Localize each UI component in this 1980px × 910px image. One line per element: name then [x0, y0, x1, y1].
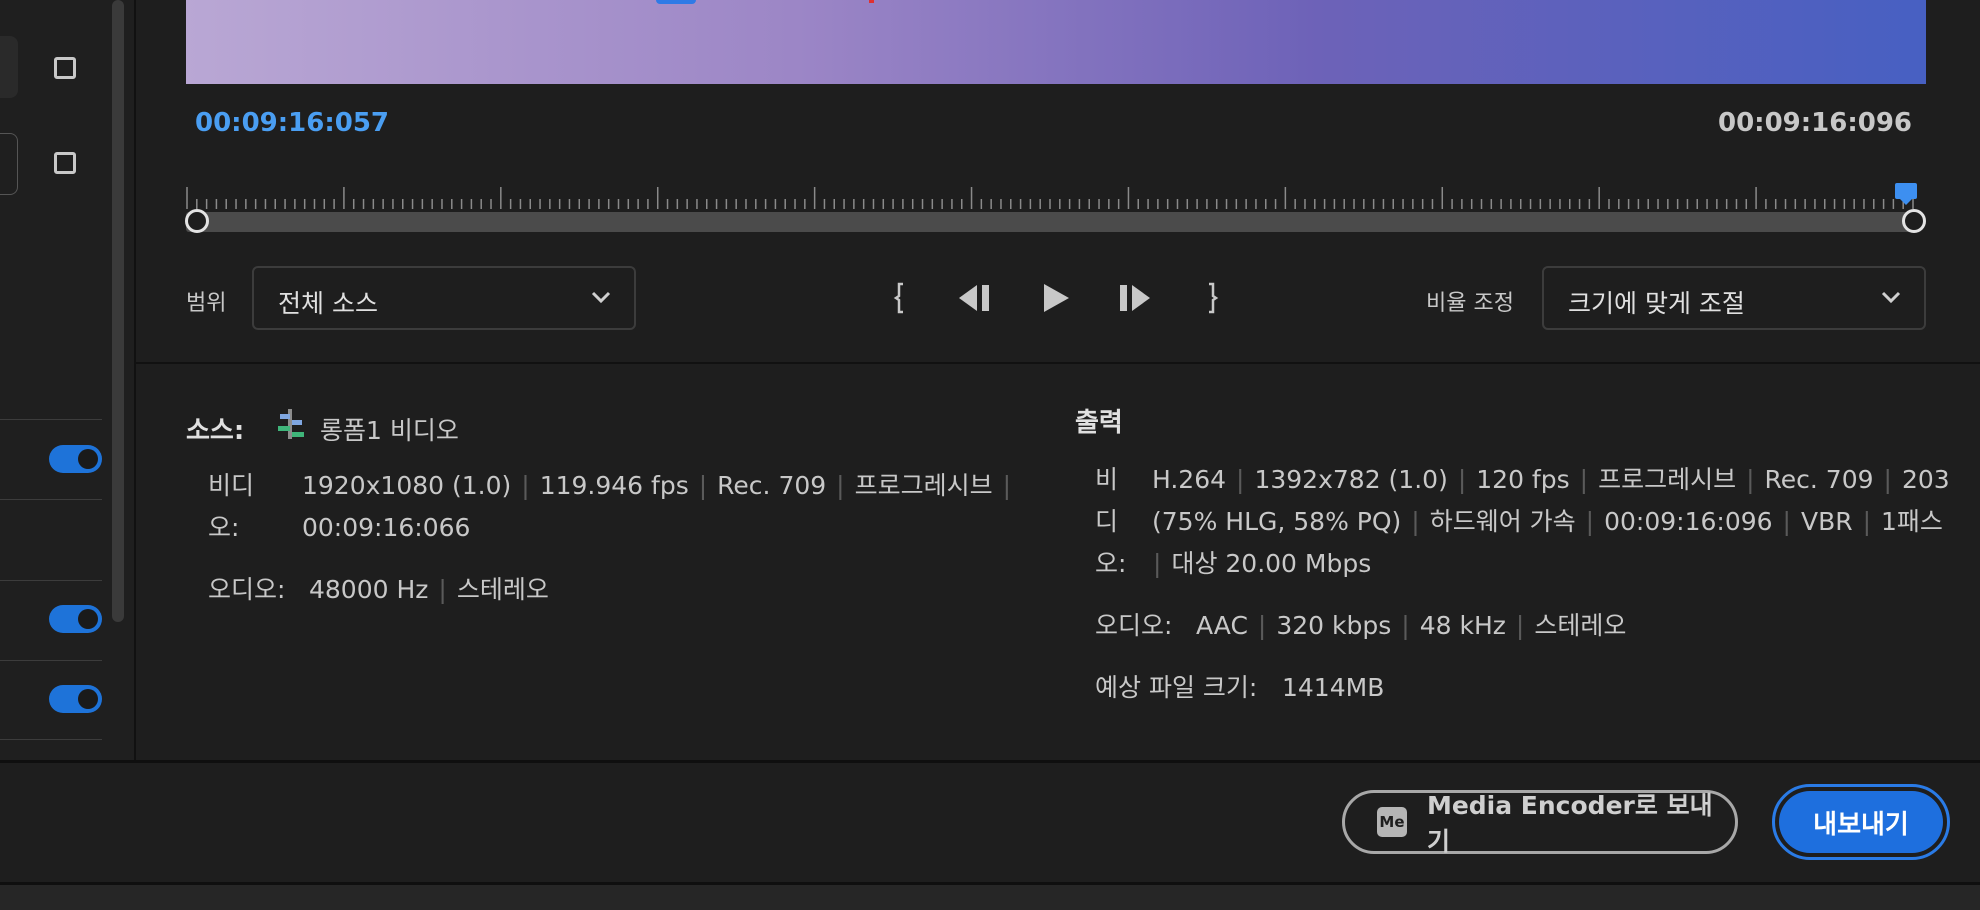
divider: [0, 739, 102, 740]
divider: [0, 660, 102, 661]
source-resolution: 1920x1080 (1.0): [302, 471, 512, 500]
step-forward-button[interactable]: [1114, 278, 1154, 318]
output-video-specs-2: (75% HLG, 58% PQ) | 하드웨어 가속 | 00:09:16:096 | V…: [1152, 507, 1943, 536]
settings-toggle[interactable]: [49, 605, 102, 633]
out-point-handle[interactable]: [1902, 209, 1926, 233]
source-duration: 00:09:16:066: [302, 513, 471, 542]
filesize-value: 1414MB: [1282, 673, 1385, 702]
step-forward-icon: [1120, 285, 1150, 311]
sequence-name: 롱폼1 비디오: [320, 416, 459, 445]
playhead[interactable]: [1895, 183, 1917, 205]
output-channels: 스테레오: [1534, 611, 1627, 640]
output-video-label: 오:: [1095, 549, 1127, 578]
timeline-track[interactable]: [186, 212, 1914, 232]
source-channels: 스테레오: [456, 575, 549, 604]
source-video-label: 비디: [208, 471, 255, 500]
settings-panel: [0, 0, 136, 762]
scrollbar[interactable]: [112, 0, 124, 622]
output-video-specs-3: | 대상 20.00 Mbps: [1153, 549, 1372, 578]
scale-label: 비율 조정: [1426, 291, 1514, 316]
sequence-icon: [278, 409, 304, 439]
export-button[interactable]: 내보내기: [1772, 784, 1950, 860]
source-title: 소스:: [186, 416, 245, 446]
output-nits: 203: [1901, 465, 1950, 494]
range-value: 전체 소스: [278, 289, 378, 318]
output-fps: 120 fps: [1476, 465, 1570, 494]
mark-in-icon: [893, 282, 903, 314]
source-scan: 프로그레시브: [854, 471, 993, 500]
media-encoder-label: Media Encoder로 보내기: [1426, 791, 1713, 856]
mark-out-icon: [1209, 282, 1219, 314]
source-audio-specs: 48000 Hz | 스테레오: [309, 575, 549, 604]
source-video-label: 오:: [208, 513, 240, 542]
source-video-specs: 1920x1080 (1.0) | 119.946 fps | Rec. 709 | 프로그…: [302, 471, 1012, 500]
step-back-icon: [959, 285, 989, 311]
output-video-specs-1: H.264 | 1392x782 (1.0) | 120 fps | 프로그레시브 | Rec.…: [1152, 465, 1950, 494]
output-sample-rate: 48 kHz: [1419, 611, 1506, 640]
output-audio-codec: AAC: [1196, 611, 1248, 640]
play-button[interactable]: [1036, 278, 1076, 318]
play-icon: [1044, 284, 1069, 312]
divider: [0, 580, 102, 581]
timeline-ruler[interactable]: [186, 185, 1914, 209]
source-colorspace: Rec. 709: [717, 471, 827, 500]
range-label: 범위: [186, 291, 227, 316]
media-encoder-icon: Me: [1377, 807, 1407, 837]
preview-marker: [656, 0, 696, 4]
output-resolution: 1392x782 (1.0): [1254, 465, 1448, 494]
source-audio-label: 오디오:: [208, 575, 286, 604]
status-strip: [0, 885, 1980, 910]
section-divider: [136, 362, 1980, 364]
current-timecode[interactable]: 00:09:16:057: [195, 108, 389, 138]
settings-toggle[interactable]: [49, 685, 102, 713]
source-fps: 119.946 fps: [539, 471, 689, 500]
settings-checkbox[interactable]: [54, 152, 76, 174]
output-codec: H.264: [1152, 465, 1227, 494]
duration-timecode: 00:09:16:096: [1717, 108, 1912, 138]
video-preview: [186, 0, 1926, 84]
output-bitrate-mode: VBR: [1800, 507, 1853, 536]
output-duration: 00:09:16:096: [1604, 507, 1773, 536]
divider: [0, 419, 102, 420]
output-hdr: (75% HLG, 58% PQ): [1152, 507, 1402, 536]
output-audio-bitrate: 320 kbps: [1276, 611, 1392, 640]
filesize-label: 예상 파일 크기:: [1095, 673, 1258, 702]
output-title: 출력: [1075, 408, 1123, 438]
mark-out-button[interactable]: [1192, 278, 1232, 318]
settings-field[interactable]: [0, 36, 18, 98]
output-video-label: 디: [1095, 507, 1119, 536]
preview-marker: [869, 0, 874, 3]
output-audio-label: 오디오:: [1095, 611, 1173, 640]
output-scan: 프로그레시브: [1598, 465, 1737, 494]
mark-in-button[interactable]: [880, 278, 920, 318]
source-sample-rate: 48000 Hz: [309, 575, 429, 604]
chevron-down-icon: [591, 291, 611, 304]
scale-dropdown[interactable]: 크기에 맞게 조절: [1542, 266, 1926, 330]
settings-checkbox[interactable]: [54, 57, 76, 79]
divider: [0, 499, 102, 500]
send-to-media-encoder-button[interactable]: Me Media Encoder로 보내기: [1342, 790, 1738, 856]
range-dropdown[interactable]: 전체 소스: [252, 266, 636, 330]
output-video-label: 비: [1095, 465, 1119, 494]
settings-field[interactable]: [0, 133, 18, 195]
output-colorspace: Rec. 709: [1764, 465, 1874, 494]
in-point-handle[interactable]: [185, 209, 209, 233]
chevron-down-icon: [1881, 291, 1901, 304]
export-label: 내보내기: [1779, 791, 1943, 853]
output-target-bitrate: 대상 20.00 Mbps: [1171, 549, 1372, 578]
output-audio-specs: AAC | 320 kbps | 48 kHz | 스테레오: [1196, 611, 1627, 640]
step-back-button[interactable]: [955, 278, 995, 318]
output-pass: 1패스: [1881, 507, 1943, 536]
scale-value: 크기에 맞게 조절: [1568, 289, 1745, 318]
output-hw-accel: 하드웨어 가속: [1429, 507, 1576, 536]
settings-toggle[interactable]: [49, 445, 102, 473]
